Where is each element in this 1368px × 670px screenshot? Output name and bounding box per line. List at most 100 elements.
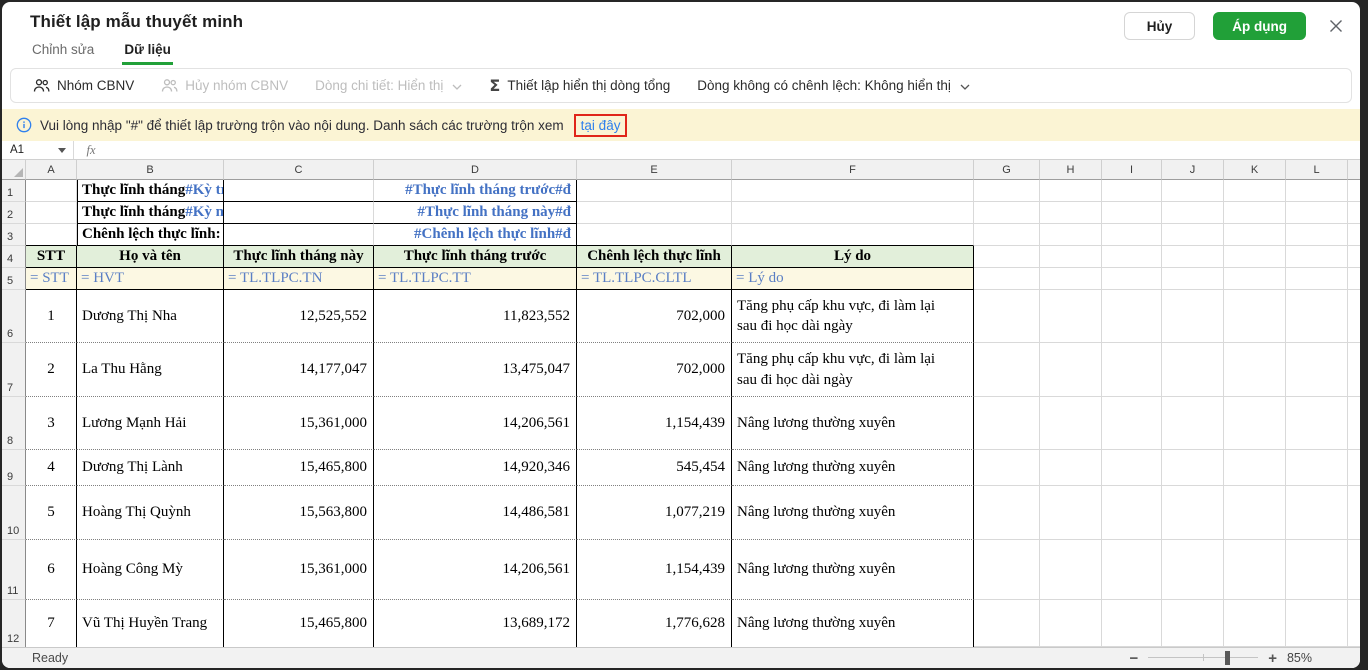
grid-cell[interactable] bbox=[1348, 180, 1360, 202]
cell-name[interactable]: Lương Mạnh Hải bbox=[77, 397, 224, 450]
grid-cell[interactable] bbox=[974, 224, 1040, 246]
grid-cell[interactable] bbox=[26, 224, 77, 246]
row-header[interactable]: 1 bbox=[2, 180, 26, 202]
cell-last-month[interactable]: 14,486,581 bbox=[374, 486, 577, 540]
formula-last-month[interactable]: = TL.TLPC.TT bbox=[374, 268, 577, 290]
cell-name[interactable]: Vũ Thị Huyền Trang bbox=[77, 600, 224, 647]
grid-cell[interactable] bbox=[1102, 180, 1162, 202]
tab-chinh-sua[interactable]: Chỉnh sửa bbox=[30, 40, 96, 65]
zoom-in-button[interactable]: + bbox=[1268, 650, 1277, 667]
column-header-j[interactable]: J bbox=[1162, 160, 1224, 180]
cell-reason[interactable]: Nâng lương thường xuyên bbox=[732, 600, 974, 647]
cell-reason[interactable]: Tăng phụ cấp khu vực, đi làm lại sau đi … bbox=[732, 343, 974, 397]
grid-cell[interactable] bbox=[224, 224, 374, 246]
grid-cell[interactable] bbox=[1224, 486, 1286, 540]
zoom-slider-handle[interactable] bbox=[1225, 651, 1230, 665]
column-header-f[interactable]: F bbox=[732, 160, 974, 180]
grid-cell[interactable] bbox=[1286, 224, 1348, 246]
grid-cell[interactable] bbox=[1102, 224, 1162, 246]
grid-cell[interactable] bbox=[1286, 486, 1348, 540]
grid-cell[interactable] bbox=[1102, 268, 1162, 290]
row-header[interactable]: 3 bbox=[2, 224, 26, 246]
grid-cell[interactable] bbox=[577, 224, 732, 246]
grid-cell[interactable] bbox=[1102, 290, 1162, 343]
cell-stt[interactable]: 3 bbox=[26, 397, 77, 450]
grid-cell[interactable] bbox=[1162, 343, 1224, 397]
grid-cell[interactable] bbox=[1348, 202, 1360, 224]
grid-cell[interactable] bbox=[1286, 600, 1348, 647]
cell-name[interactable]: Dương Thị Nha bbox=[77, 290, 224, 343]
cell-diff[interactable]: 1,154,439 bbox=[577, 540, 732, 600]
header-name[interactable]: Họ và tên bbox=[77, 246, 224, 268]
grid-cell[interactable] bbox=[1162, 600, 1224, 647]
cell-stt[interactable]: 1 bbox=[26, 290, 77, 343]
row-header[interactable]: 11 bbox=[2, 540, 26, 600]
grid-cell[interactable] bbox=[1102, 246, 1162, 268]
grid-cell[interactable] bbox=[1040, 600, 1102, 647]
column-header-g[interactable]: G bbox=[974, 160, 1040, 180]
row-header[interactable]: 5 bbox=[2, 268, 26, 290]
grid-cell[interactable] bbox=[1040, 343, 1102, 397]
cell-this-month[interactable]: 15,563,800 bbox=[224, 486, 374, 540]
zoom-out-button[interactable]: − bbox=[1129, 650, 1138, 667]
grid-cell[interactable] bbox=[224, 202, 374, 224]
grid-cell[interactable] bbox=[1224, 450, 1286, 486]
grid-cell[interactable] bbox=[224, 180, 374, 202]
grid-cell[interactable] bbox=[1286, 202, 1348, 224]
row-header[interactable]: 8 bbox=[2, 397, 26, 450]
grid-cell[interactable] bbox=[1286, 290, 1348, 343]
cell-diff[interactable]: 545,454 bbox=[577, 450, 732, 486]
grid-cell[interactable] bbox=[974, 397, 1040, 450]
column-header-c[interactable]: C bbox=[224, 160, 374, 180]
grid-cell[interactable] bbox=[1102, 540, 1162, 600]
cell-stt[interactable]: 6 bbox=[26, 540, 77, 600]
ungroup-cbnv-button[interactable]: Hủy nhóm CBNV bbox=[161, 78, 288, 93]
grid-cell[interactable] bbox=[1348, 486, 1360, 540]
grid-cell[interactable] bbox=[1162, 202, 1224, 224]
column-header-b[interactable]: B bbox=[77, 160, 224, 180]
grid-cell[interactable] bbox=[1224, 202, 1286, 224]
grid-cell[interactable] bbox=[1348, 343, 1360, 397]
grid-cell[interactable] bbox=[1286, 540, 1348, 600]
grid-cell[interactable] bbox=[1348, 246, 1360, 268]
grid-cell[interactable] bbox=[1040, 202, 1102, 224]
cell-name[interactable]: La Thu Hằng bbox=[77, 343, 224, 397]
row-header[interactable]: 4 bbox=[2, 246, 26, 268]
grid-cell[interactable] bbox=[974, 540, 1040, 600]
grid-cell[interactable] bbox=[1162, 397, 1224, 450]
grid-cell[interactable] bbox=[1162, 246, 1224, 268]
grid-cell[interactable] bbox=[1224, 180, 1286, 202]
cell-name[interactable]: Hoàng Thị Quỳnh bbox=[77, 486, 224, 540]
grid-cell[interactable] bbox=[577, 202, 732, 224]
group-cbnv-button[interactable]: Nhóm CBNV bbox=[33, 78, 134, 93]
cell-this-month[interactable]: 15,361,000 bbox=[224, 397, 374, 450]
column-header-i[interactable]: I bbox=[1102, 160, 1162, 180]
grid-cell-merge-value[interactable]: #Thực lĩnh tháng trước#đ bbox=[374, 180, 577, 202]
row-header[interactable]: 10 bbox=[2, 486, 26, 540]
row-header[interactable]: 2 bbox=[2, 202, 26, 224]
grid-cell[interactable] bbox=[1348, 600, 1360, 647]
cell-stt[interactable]: 2 bbox=[26, 343, 77, 397]
grid-cell[interactable] bbox=[974, 290, 1040, 343]
grid-cell[interactable] bbox=[974, 246, 1040, 268]
zoom-slider[interactable] bbox=[1148, 651, 1258, 665]
cell-last-month[interactable]: 13,475,047 bbox=[374, 343, 577, 397]
formula-diff[interactable]: = TL.TLPC.CLTL bbox=[577, 268, 732, 290]
cell-diff[interactable]: 1,776,628 bbox=[577, 600, 732, 647]
grid-cell[interactable] bbox=[1286, 268, 1348, 290]
grid-cell[interactable] bbox=[1040, 290, 1102, 343]
cell-diff[interactable]: 1,077,219 bbox=[577, 486, 732, 540]
cell-this-month[interactable]: 15,465,800 bbox=[224, 450, 374, 486]
cell-last-month[interactable]: 14,920,346 bbox=[374, 450, 577, 486]
grid-cell[interactable] bbox=[1348, 290, 1360, 343]
header-this-month[interactable]: Thực lĩnh tháng này bbox=[224, 246, 374, 268]
grid-cell[interactable] bbox=[1286, 450, 1348, 486]
formula-reason[interactable]: = Lý do bbox=[732, 268, 974, 290]
grid-cell[interactable] bbox=[974, 486, 1040, 540]
grid-cell[interactable] bbox=[1162, 180, 1224, 202]
cell-reason[interactable]: Tăng phụ cấp khu vực, đi làm lại sau đi … bbox=[732, 290, 974, 343]
grid-cell[interactable] bbox=[1224, 600, 1286, 647]
grid-cell[interactable] bbox=[1286, 343, 1348, 397]
cell-last-month[interactable]: 11,823,552 bbox=[374, 290, 577, 343]
cell-stt[interactable]: 5 bbox=[26, 486, 77, 540]
